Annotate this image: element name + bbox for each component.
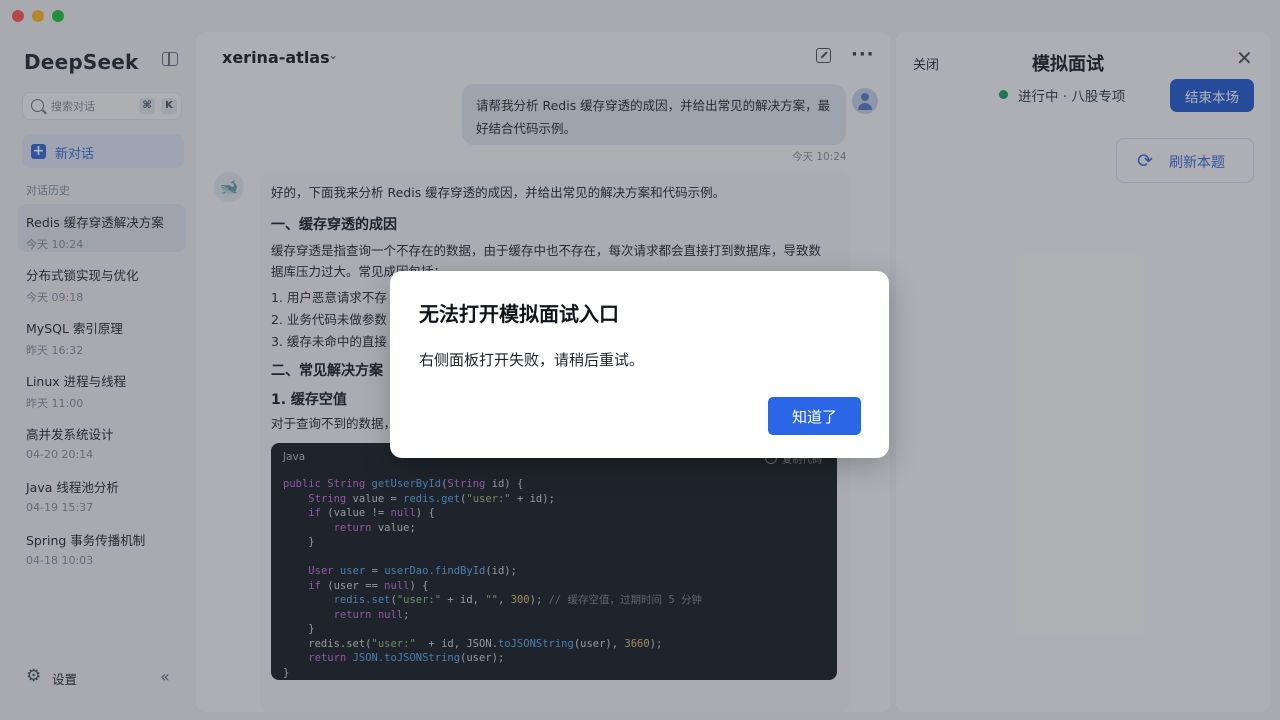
dialog-ok-button[interactable]: 知道了 <box>768 397 861 435</box>
dialog-message: 右侧面板打开失败，请稍后重试。 <box>419 351 645 369</box>
error-dialog: 无法打开模拟面试入口 右侧面板打开失败，请稍后重试。 知道了 <box>390 271 889 458</box>
dialog-title: 无法打开模拟面试入口 <box>419 302 619 326</box>
